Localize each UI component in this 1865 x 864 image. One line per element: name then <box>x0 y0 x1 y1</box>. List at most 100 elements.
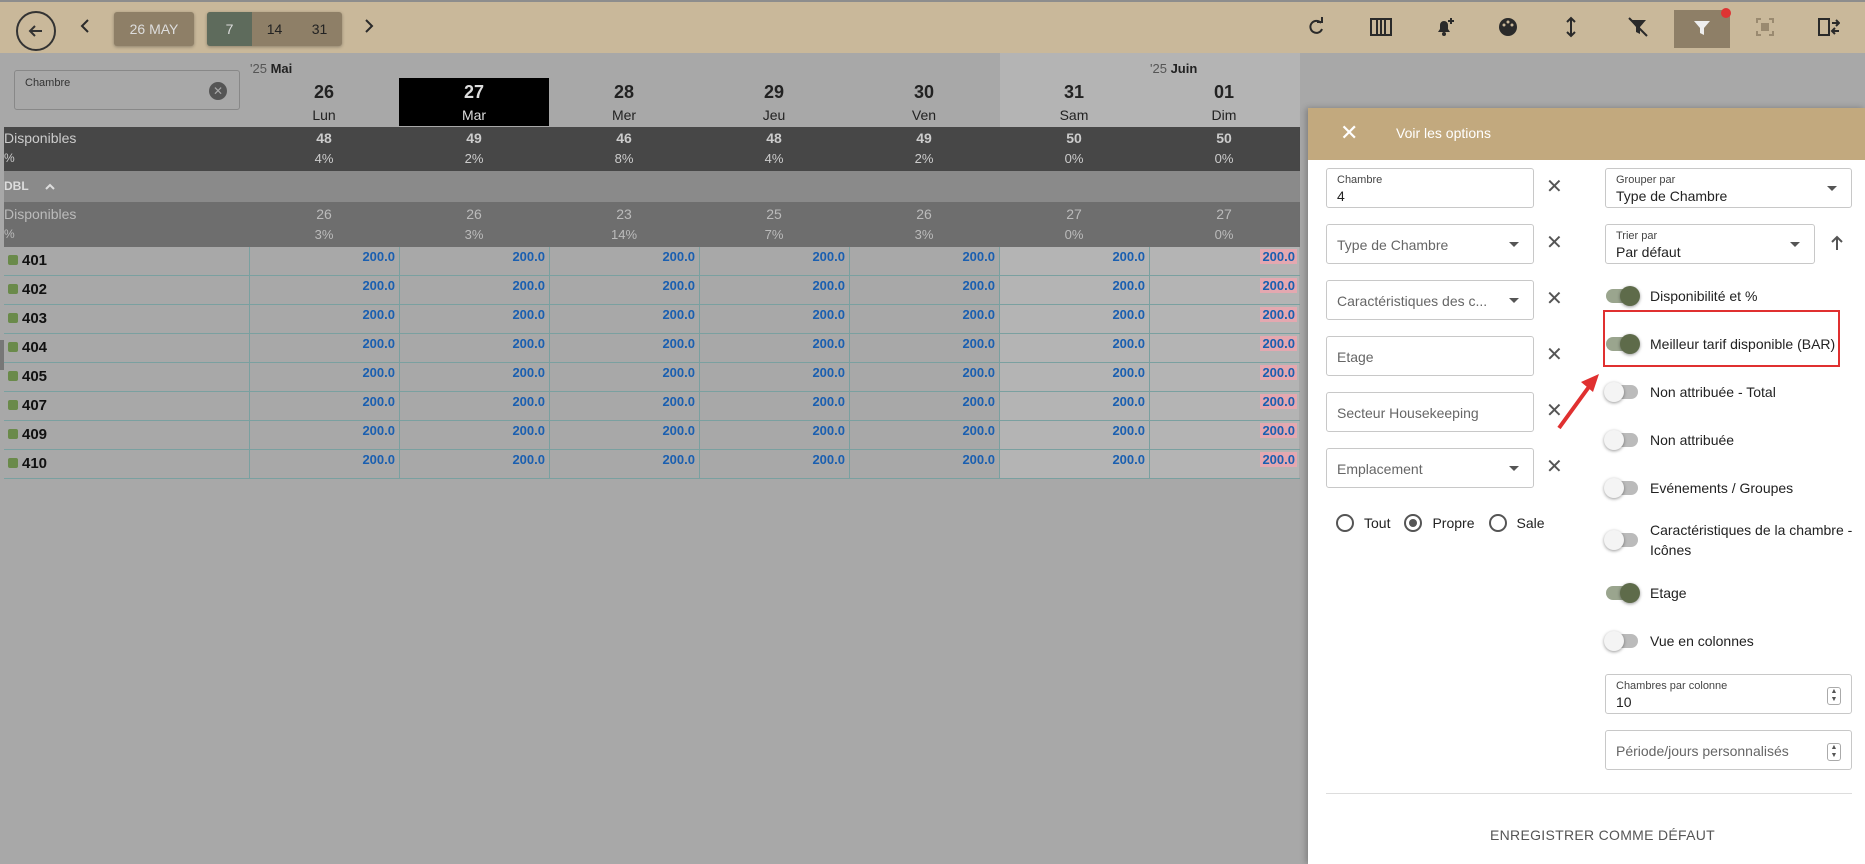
range-7[interactable]: 7 <box>207 12 252 46</box>
rate-cell[interactable]: 200.0 <box>549 276 699 304</box>
room-name[interactable]: 402 <box>8 281 47 298</box>
room-name[interactable]: 409 <box>8 426 47 443</box>
day-header[interactable]: 26 Lun <box>249 78 399 123</box>
floor-field[interactable]: Etage <box>1326 336 1534 376</box>
rate-cell[interactable]: 200.0 <box>1149 450 1299 478</box>
rate-cell[interactable]: 200.0 <box>999 334 1149 362</box>
rate-cell[interactable]: 200.0 <box>249 421 399 449</box>
rate-cell[interactable]: 200.0 <box>399 305 549 333</box>
radio-sale[interactable]: Sale <box>1488 514 1545 532</box>
clear-features-icon[interactable]: ✕ <box>1546 289 1563 309</box>
rate-cell[interactable]: 200.0 <box>1149 334 1299 362</box>
toggle-floor[interactable]: Etage <box>1606 583 1687 603</box>
rate-cell[interactable]: 200.0 <box>849 363 999 391</box>
features-select[interactable]: Caractéristiques des c... <box>1326 280 1534 320</box>
radio-propre[interactable]: Propre <box>1404 514 1475 532</box>
custom-period-input[interactable]: Période/jours personnalisés ▲ ▼ <box>1605 730 1852 770</box>
chevron-left-icon[interactable] <box>78 18 92 38</box>
group-header[interactable]: DBL <box>4 171 1300 202</box>
rate-cell[interactable]: 200.0 <box>699 305 849 333</box>
rate-cell[interactable]: 200.0 <box>549 363 699 391</box>
rate-cell[interactable]: 200.0 <box>249 305 399 333</box>
rate-cell[interactable]: 200.0 <box>549 305 699 333</box>
rate-cell[interactable]: 200.0 <box>849 276 999 304</box>
rate-cell[interactable]: 200.0 <box>1149 363 1299 391</box>
rate-cell[interactable]: 200.0 <box>399 450 549 478</box>
rate-cell[interactable]: 200.0 <box>249 363 399 391</box>
group-by-select[interactable]: Grouper par Type de Chambre <box>1605 168 1852 208</box>
rate-cell[interactable]: 200.0 <box>699 247 849 275</box>
rate-cell[interactable]: 200.0 <box>999 363 1149 391</box>
sort-by-select[interactable]: Trier par Par défaut <box>1605 224 1815 264</box>
rate-cell[interactable]: 200.0 <box>999 247 1149 275</box>
rate-cell[interactable]: 200.0 <box>999 276 1149 304</box>
rate-cell[interactable]: 200.0 <box>1149 392 1299 420</box>
location-select[interactable]: Emplacement <box>1326 448 1534 488</box>
rate-cell[interactable]: 200.0 <box>1149 247 1299 275</box>
room-row[interactable]: 409 200.0 200.0 200.0 200.0 200.0 200.0 … <box>4 421 1300 450</box>
rate-cell[interactable]: 200.0 <box>399 392 549 420</box>
rate-cell[interactable]: 200.0 <box>249 334 399 362</box>
toggle-events-groups[interactable]: Evénements / Groupes <box>1604 478 1793 498</box>
rate-cell[interactable]: 200.0 <box>549 392 699 420</box>
rate-cell[interactable]: 200.0 <box>549 421 699 449</box>
room-row[interactable]: 401 200.0 200.0 200.0 200.0 200.0 200.0 … <box>4 247 1300 276</box>
rate-cell[interactable]: 200.0 <box>1149 305 1299 333</box>
room-name[interactable]: 403 <box>8 310 47 327</box>
rate-cell[interactable]: 200.0 <box>249 276 399 304</box>
rate-cell[interactable]: 200.0 <box>999 421 1149 449</box>
rate-cell[interactable]: 200.0 <box>399 334 549 362</box>
rate-cell[interactable]: 200.0 <box>849 421 999 449</box>
clear-circle-icon[interactable]: ✕ <box>209 82 227 100</box>
toggle-unassigned[interactable]: Non attribuée <box>1604 430 1734 450</box>
room-filter-field[interactable]: Chambre 4 <box>1326 168 1534 208</box>
chevron-up-icon[interactable] <box>44 181 56 191</box>
rate-cell[interactable]: 200.0 <box>849 334 999 362</box>
room-row[interactable]: 403 200.0 200.0 200.0 200.0 200.0 200.0 … <box>4 305 1300 334</box>
rate-cell[interactable]: 200.0 <box>849 450 999 478</box>
rate-cell[interactable]: 200.0 <box>399 247 549 275</box>
swap-icon[interactable] <box>1818 17 1841 41</box>
room-name[interactable]: 410 <box>8 455 47 472</box>
rate-cell[interactable]: 200.0 <box>699 276 849 304</box>
rate-cell[interactable]: 200.0 <box>549 334 699 362</box>
room-row[interactable]: 410 200.0 200.0 200.0 200.0 200.0 200.0 … <box>4 450 1300 479</box>
rate-cell[interactable]: 200.0 <box>249 392 399 420</box>
rate-cell[interactable]: 200.0 <box>399 421 549 449</box>
day-header[interactable]: 29 Jeu <box>699 78 849 123</box>
filter-off-icon[interactable] <box>1627 17 1649 41</box>
clear-location-icon[interactable]: ✕ <box>1546 457 1563 477</box>
rate-cell[interactable]: 200.0 <box>549 247 699 275</box>
close-icon[interactable]: ✕ <box>1340 122 1358 144</box>
room-row[interactable]: 405 200.0 200.0 200.0 200.0 200.0 200.0 … <box>4 363 1300 392</box>
refresh-icon[interactable] <box>1306 17 1326 41</box>
rate-cell[interactable]: 200.0 <box>699 421 849 449</box>
columns-icon[interactable] <box>1370 18 1392 40</box>
room-row[interactable]: 402 200.0 200.0 200.0 200.0 200.0 200.0 … <box>4 276 1300 305</box>
toggle-column-view[interactable]: Vue en colonnes <box>1604 631 1754 651</box>
rate-cell[interactable]: 200.0 <box>849 392 999 420</box>
rate-cell[interactable]: 200.0 <box>549 450 699 478</box>
stepper-icon[interactable]: ▲ ▼ <box>1827 743 1841 761</box>
save-as-default-button[interactable]: ENREGISTRER COMME DÉFAUT <box>1490 827 1715 843</box>
rate-cell[interactable]: 200.0 <box>699 363 849 391</box>
rooms-per-column-input[interactable]: Chambres par colonne 10 ▲ ▼ <box>1605 674 1852 714</box>
drag-handle[interactable] <box>0 340 4 370</box>
rate-cell[interactable]: 200.0 <box>249 450 399 478</box>
radio-tout[interactable]: Tout <box>1336 514 1390 532</box>
resize-vertical-icon[interactable] <box>1565 16 1577 42</box>
range-31[interactable]: 31 <box>297 12 342 46</box>
rate-cell[interactable]: 200.0 <box>699 450 849 478</box>
room-name[interactable]: 401 <box>8 252 47 269</box>
toggle-availability[interactable]: Disponibilité et % <box>1606 286 1757 306</box>
rate-cell[interactable]: 200.0 <box>999 305 1149 333</box>
room-type-select[interactable]: Type de Chambre <box>1326 224 1534 264</box>
day-header[interactable]: 01 Dim <box>1149 78 1299 123</box>
room-name[interactable]: 404 <box>8 339 47 356</box>
day-header[interactable]: 30 Ven <box>849 78 999 123</box>
room-search-field[interactable]: Chambre ✕ <box>14 70 240 110</box>
rate-cell[interactable]: 200.0 <box>849 247 999 275</box>
clear-room-type-icon[interactable]: ✕ <box>1546 233 1563 253</box>
rate-cell[interactable]: 200.0 <box>849 305 999 333</box>
chevron-right-icon[interactable] <box>362 18 376 38</box>
